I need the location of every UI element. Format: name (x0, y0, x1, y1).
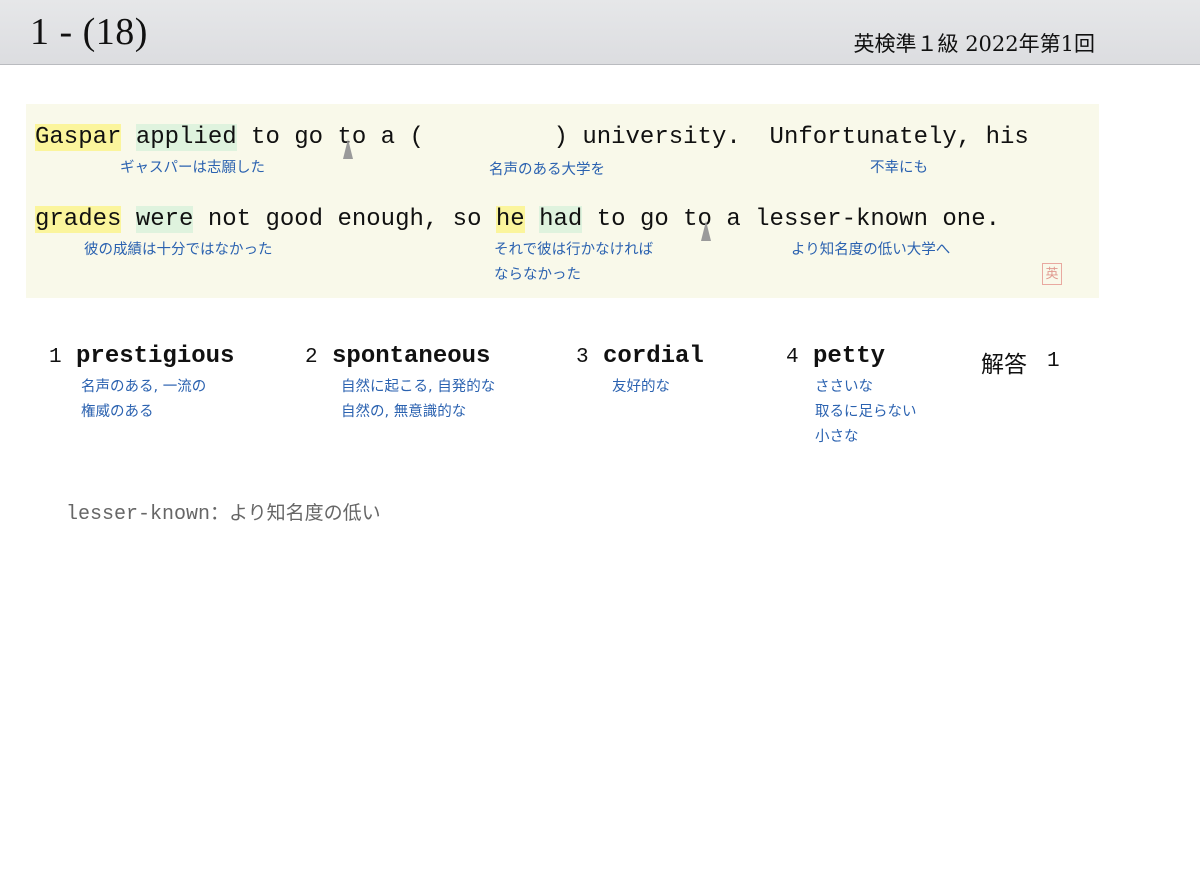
answer-value: 1 (1047, 350, 1060, 373)
highlight-gaspar: Gaspar (35, 124, 122, 151)
choice-3: 3 cordial (576, 343, 704, 370)
question-number: 1 - (18) (30, 11, 148, 53)
gloss-so-he-had: それで彼は行かなければ (494, 242, 654, 258)
choice-word: spontaneous (332, 343, 491, 370)
gloss-grades: 彼の成績は十分ではなかった (84, 242, 273, 258)
gloss-blank: 名声のある大学を (489, 162, 605, 178)
choice-1-meaning-2: 権威のある (81, 404, 154, 420)
highlight-were: were (135, 206, 194, 233)
choice-1-meaning-1: 名声のある, 一流の (81, 379, 207, 395)
choice-4-meaning-3: 小さな (815, 429, 859, 445)
sentence-line-1: Gaspar applied to go to a ( ) university… (35, 124, 1029, 151)
header-bar: 1 - (18) 英検準１級 2022年第1回 (0, 0, 1200, 65)
gloss-lesser-known: より知名度の低い大学へ (791, 242, 951, 258)
answer-blank (424, 124, 554, 151)
choice-4-meaning-1: ささいな (815, 379, 873, 395)
choice-2: 2 spontaneous (305, 343, 491, 370)
caret-marker (701, 221, 711, 241)
seal-stamp: 英 (1042, 263, 1062, 285)
choice-word: prestigious (76, 343, 235, 370)
exam-info: 英検準１級 2022年第1回 (853, 32, 1095, 56)
highlight-grades: grades (35, 206, 122, 233)
choice-word: petty (813, 343, 886, 370)
vocab-separator: ： (210, 502, 230, 524)
vocab-term: lesser-known (66, 503, 211, 526)
choice-2-meaning-1: 自然に起こる, 自発的な (341, 379, 496, 395)
vocab-note: lesser-known：より知名度の低い (66, 498, 381, 526)
choice-4: 4 petty (786, 343, 886, 370)
sentence-line-2: grades were not good enough, so he had t… (35, 206, 1000, 233)
caret-marker (343, 139, 353, 159)
choice-4-meaning-2: 取るに足らない (815, 404, 917, 420)
highlight-applied: applied (135, 124, 237, 151)
gloss-so-he-had-2: ならなかった (494, 267, 581, 283)
answer-label: 解答 (981, 352, 1027, 378)
highlight-had: had (539, 206, 583, 233)
choice-3-meaning-1: 友好的な (612, 379, 670, 395)
gloss-unfortunately: 不幸にも (870, 160, 928, 176)
choice-1: 1 prestigious (49, 343, 235, 370)
highlight-he: he (495, 206, 525, 233)
choice-2-meaning-2: 自然の, 無意識的な (341, 404, 467, 420)
gloss-applied: ギャスパーは志願した (120, 160, 265, 176)
choice-word: cordial (603, 343, 704, 370)
vocab-definition: より知名度の低い (229, 502, 381, 524)
